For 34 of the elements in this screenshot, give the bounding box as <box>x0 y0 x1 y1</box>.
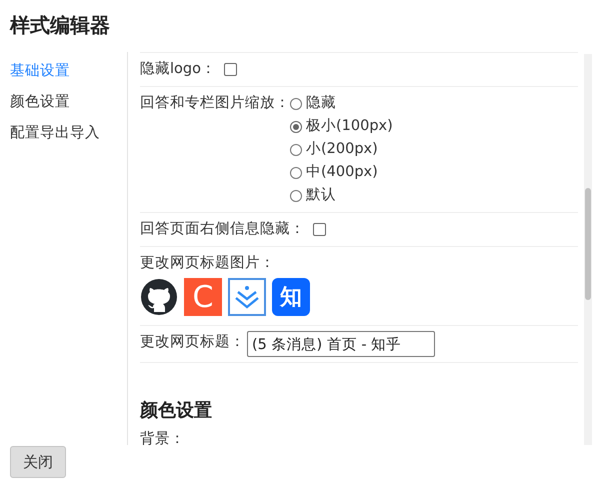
option-label: 默认 <box>306 186 336 205</box>
radio-option[interactable]: 极小(100px) <box>290 115 393 138</box>
radio-button[interactable] <box>290 144 302 156</box>
setting-label: 回答页面右侧信息隐藏： <box>140 220 305 239</box>
radio-button[interactable] <box>290 120 302 132</box>
section-heading: 颜色设置 <box>140 399 213 423</box>
title-icon-option[interactable]: 知 <box>272 278 310 316</box>
title-input-field[interactable]: (5 条消息) 首页 - 知乎 <box>247 331 435 357</box>
setting-label: 更改网页标题： <box>140 333 245 352</box>
field-label: 背景： <box>140 430 186 445</box>
option-label: 小(200px) <box>306 140 378 159</box>
radio-option[interactable]: 默认 <box>290 184 393 207</box>
window-title: 样式编辑器 <box>8 12 111 39</box>
close-button[interactable]: 关闭 <box>10 446 66 478</box>
setting-label: 更改网页标题图片： <box>140 254 276 273</box>
radio-option[interactable]: 隐藏 <box>290 92 393 115</box>
option-label: 隐藏 <box>306 94 336 113</box>
option-label: 极小(100px) <box>306 117 393 136</box>
radio-option[interactable]: 中(400px) <box>290 161 393 184</box>
radio-button[interactable] <box>290 98 302 110</box>
setting-label: 回答和专栏图片缩放： <box>140 94 290 113</box>
title-icon-option[interactable] <box>140 278 178 316</box>
scrollbar[interactable] <box>584 54 592 445</box>
cat-silhouette-icon <box>141 279 177 315</box>
checkbox[interactable] <box>224 63 237 76</box>
option-label: 中(400px) <box>306 163 378 182</box>
sidebar-item[interactable]: 颜色设置 <box>10 87 70 118</box>
setting-label: 隐藏logo： <box>140 60 216 79</box>
radio-button[interactable] <box>290 190 302 202</box>
checkbox[interactable] <box>313 223 326 236</box>
radio-button[interactable] <box>290 166 302 178</box>
sidebar-item[interactable]: 配置导出导入 <box>10 118 100 149</box>
radio-option[interactable]: 小(200px) <box>290 138 393 161</box>
sidebar-item[interactable]: 基础设置 <box>10 56 70 87</box>
